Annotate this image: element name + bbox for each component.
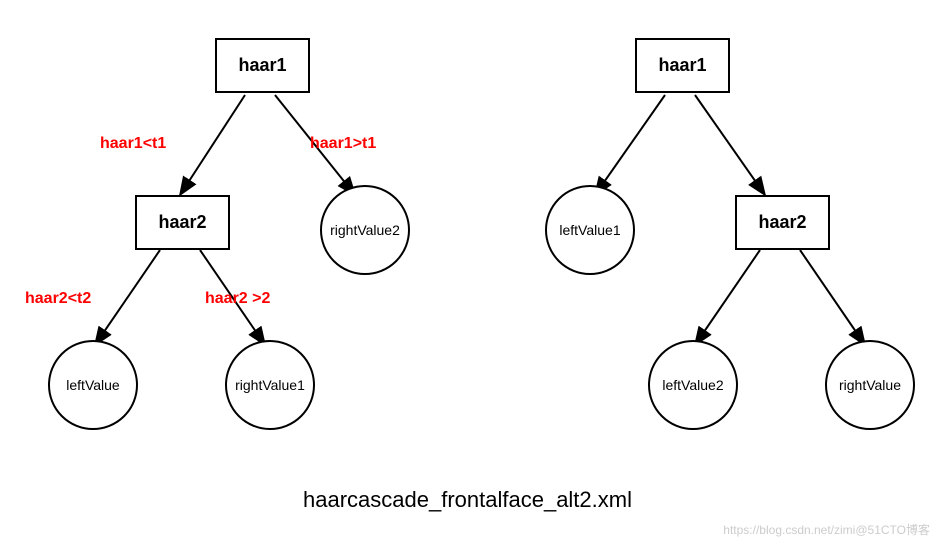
caption-text: haarcascade_frontalface_alt2.xml — [303, 487, 632, 513]
tree1-child-left-edge-label: haar2<t2 — [25, 290, 91, 308]
tree1-left-right-leaf-node: rightValue1 — [225, 340, 315, 430]
tree1-root-right-edge-label: haar1>t1 — [310, 135, 376, 153]
tree2-right-right-leaf-label: rightValue — [839, 377, 901, 393]
tree1-child-right-edge-label: haar2 >2 — [205, 290, 270, 308]
tree1-left-left-leaf-node: leftValue — [48, 340, 138, 430]
tree1-left-child-node: haar2 — [135, 195, 230, 250]
watermark-text: https://blog.csdn.net/zimi@51CTO博客 — [723, 521, 930, 538]
tree2-root-label: haar1 — [658, 55, 706, 76]
tree2-right-left-leaf-label: leftValue2 — [662, 377, 723, 393]
tree2-left-leaf-node: leftValue1 — [545, 185, 635, 275]
arrows-svg — [0, 0, 935, 543]
tree2-right-right-leaf-node: rightValue — [825, 340, 915, 430]
tree1-root-label: haar1 — [238, 55, 286, 76]
tree1-root-left-edge-label: haar1<t1 — [100, 135, 166, 153]
tree1-left-right-leaf-label: rightValue1 — [235, 377, 305, 393]
tree2-right-child-node: haar2 — [735, 195, 830, 250]
tree1-left-left-leaf-label: leftValue — [66, 377, 119, 393]
tree1-right-leaf-label: rightValue2 — [330, 222, 400, 238]
tree2-right-child-label: haar2 — [758, 212, 806, 233]
tree2-left-leaf-label: leftValue1 — [559, 222, 620, 238]
tree1-root-node: haar1 — [215, 38, 310, 93]
tree1-left-child-label: haar2 — [158, 212, 206, 233]
tree2-root-node: haar1 — [635, 38, 730, 93]
tree1-right-leaf-node: rightValue2 — [320, 185, 410, 275]
tree2-right-left-leaf-node: leftValue2 — [648, 340, 738, 430]
